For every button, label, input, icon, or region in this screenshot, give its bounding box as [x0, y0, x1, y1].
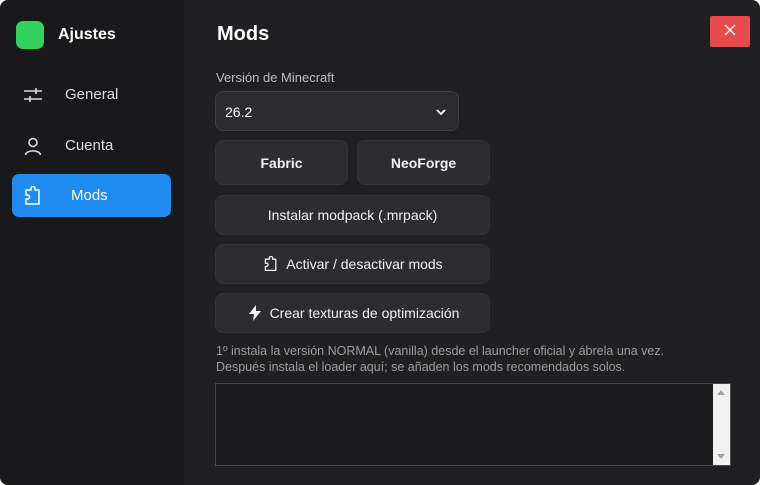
- toggle-mods-label: Activar / desactivar mods: [286, 256, 443, 272]
- close-icon: [724, 23, 736, 41]
- sidebar-item-label: General: [65, 86, 119, 103]
- sidebar-item-label: Cuenta: [65, 137, 114, 154]
- sidebar-item-label: Mods: [71, 187, 108, 204]
- optimization-textures-label: Crear texturas de optimización: [269, 305, 460, 321]
- sliders-icon: [22, 84, 44, 106]
- toggle-mods-button[interactable]: Activar / desactivar mods: [215, 244, 490, 284]
- chevron-down-icon: [434, 105, 448, 119]
- settings-window: Ajustes General Cuenta Mods Mods Versión…: [0, 0, 760, 485]
- hint-line-1: 1º instala la versión NORMAL (vanilla) d…: [216, 344, 665, 358]
- user-icon: [22, 135, 44, 157]
- app-title: Ajustes: [58, 26, 116, 43]
- page-title: Mods: [217, 23, 270, 45]
- sidebar-item-mods[interactable]: Mods: [12, 174, 171, 217]
- sidebar-item-cuenta[interactable]: Cuenta: [12, 124, 171, 167]
- sidebar-item-general[interactable]: General: [12, 73, 171, 116]
- version-label: Versión de Minecraft: [216, 70, 335, 85]
- version-select[interactable]: 26.2: [215, 91, 459, 131]
- optimization-textures-button[interactable]: Crear texturas de optimización: [215, 293, 490, 333]
- install-modpack-button[interactable]: Instalar modpack (.mrpack): [215, 195, 490, 235]
- scrollbar[interactable]: [713, 384, 730, 465]
- hint-line-2: Después instala el loader aquí; se añade…: [216, 360, 626, 374]
- neoforge-button[interactable]: NeoForge: [357, 140, 490, 185]
- install-modpack-label: Instalar modpack (.mrpack): [267, 207, 438, 223]
- log-textarea[interactable]: [215, 383, 731, 466]
- puzzle-icon: [262, 255, 280, 273]
- neoforge-button-label: NeoForge: [390, 154, 457, 171]
- puzzle-icon: [22, 185, 44, 207]
- scroll-down-arrow-icon[interactable]: [717, 454, 725, 459]
- app-logo: [16, 21, 44, 49]
- sidebar: Ajustes General Cuenta Mods: [0, 0, 184, 485]
- scroll-up-arrow-icon[interactable]: [717, 390, 725, 395]
- fabric-button-label: Fabric: [260, 154, 303, 171]
- fabric-button[interactable]: Fabric: [215, 140, 348, 185]
- version-select-value: 26.2: [225, 104, 253, 120]
- close-button[interactable]: [710, 16, 750, 47]
- lightning-icon: [246, 304, 264, 322]
- main-panel: Mods Versión de Minecraft 26.2 Fabric Ne…: [184, 0, 760, 485]
